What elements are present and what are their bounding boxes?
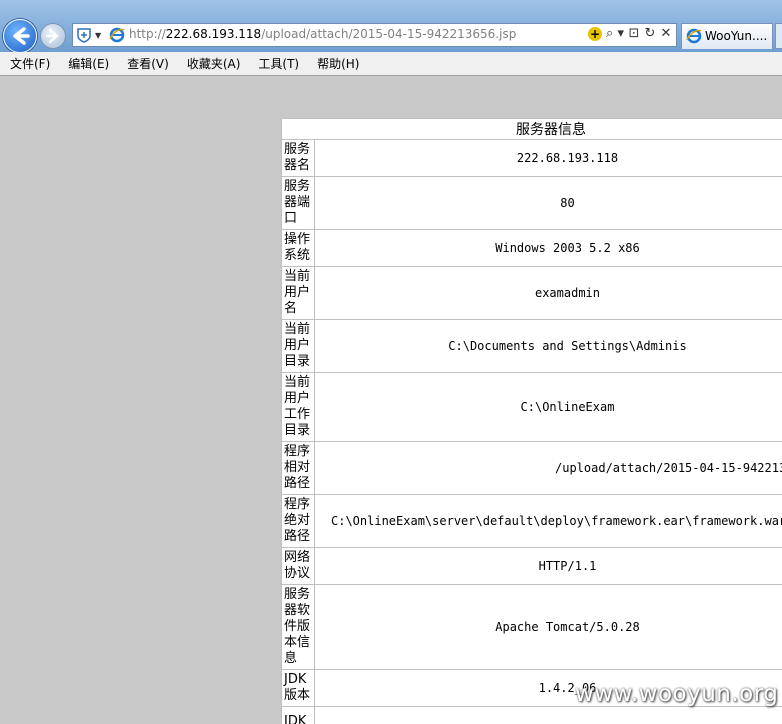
- browser-toolbar: ▼ http://222.68.193.118/upload/attach/20…: [0, 0, 782, 53]
- row-value: [314, 706, 782, 724]
- row-key: JDK版本: [281, 669, 315, 707]
- row-value: examadmin: [314, 266, 782, 320]
- row-key: 当前用户工作目录: [281, 372, 315, 442]
- row-key: 服务器名: [281, 139, 315, 177]
- row-value: C:\Documents and Settings\Adminis: [314, 319, 782, 373]
- url-host: 222.68.193.118: [165, 27, 262, 41]
- row-key: 服务器软件版本信息: [281, 584, 315, 670]
- compat-view-icon[interactable]: ⊡: [628, 26, 640, 41]
- table-caption: 服务器信息: [281, 118, 782, 140]
- menu-view[interactable]: 查看(V): [117, 55, 177, 72]
- row-value: HTTP/1.1: [314, 547, 782, 585]
- page-content: 服务器信息 服务器名 222.68.193.118 服务器端口 80 操作系统 Win…: [281, 118, 782, 724]
- row-value: 80: [314, 176, 782, 230]
- row-key: 程序绝对路径: [281, 494, 315, 548]
- menu-tools[interactable]: 工具(T): [248, 55, 307, 72]
- table-row: 操作系统 Windows 2003 5.2 x86: [281, 229, 782, 267]
- row-key: 当前用户目录: [281, 319, 315, 373]
- table-row: 当前用户工作目录 C:\OnlineExam: [281, 372, 782, 442]
- menu-edit[interactable]: 编辑(E): [58, 55, 117, 72]
- table-caption-row: 服务器信息: [281, 118, 782, 140]
- address-tools: + ⌕ ▾ ⊡ ↻ ✕: [588, 26, 672, 41]
- tab-title: WooYun....: [705, 29, 768, 43]
- chevron-down-icon[interactable]: ▼: [95, 31, 101, 40]
- add-on-icon[interactable]: +: [588, 26, 603, 41]
- url-prefix: http://: [129, 27, 166, 41]
- row-key: 程序相对路径: [281, 441, 315, 495]
- menu-bar: 文件(F) 编辑(E) 查看(V) 收藏夹(A) 工具(T) 帮助(H): [0, 52, 782, 76]
- row-key: 服务器端口: [281, 176, 315, 230]
- table-row: 服务器软件版本信息 Apache Tomcat/5.0.28: [281, 584, 782, 670]
- row-value: C:\OnlineExam: [314, 372, 782, 442]
- new-tab-button[interactable]: [775, 23, 782, 49]
- url-path: /upload/attach/2015-04-15-942213656.jsp: [261, 27, 517, 41]
- forward-arrow-icon: [45, 28, 59, 44]
- back-button[interactable]: [3, 19, 37, 53]
- row-key: 操作系统: [281, 229, 315, 267]
- row-key: 网络协议: [281, 547, 315, 585]
- menu-file[interactable]: 文件(F): [0, 55, 58, 72]
- row-key: 当前用户名: [281, 266, 315, 320]
- address-bar[interactable]: ▼ http://222.68.193.118/upload/attach/20…: [72, 23, 677, 47]
- table-row: 程序相对路径/upload/attach/2015-04-15-9422136: [281, 441, 782, 495]
- table-row: 服务器端口 80: [281, 176, 782, 230]
- refresh-icon[interactable]: ↻: [644, 26, 656, 41]
- table-row: 程序绝对路径 C:\OnlineExam\server\default\deplo…: [281, 494, 782, 548]
- row-value: 222.68.193.118: [314, 139, 782, 177]
- table-row: 当前用户目录 C:\Documents and Settings\Adminis: [281, 319, 782, 373]
- search-icon[interactable]: ⌕ ▾: [606, 26, 624, 41]
- watermark: www.wooyun.org: [575, 681, 779, 707]
- ie-icon: [109, 27, 125, 43]
- table-row: 服务器名 222.68.193.118: [281, 139, 782, 177]
- stop-icon[interactable]: ✕: [660, 26, 672, 41]
- menu-help[interactable]: 帮助(H): [307, 55, 367, 72]
- server-info-table: 服务器信息 服务器名 222.68.193.118 服务器端口 80 操作系统 Win…: [281, 118, 782, 724]
- ie-icon: [686, 28, 702, 44]
- forward-button[interactable]: [40, 23, 66, 49]
- menu-favorites[interactable]: 收藏夹(A): [177, 55, 249, 72]
- row-value: Apache Tomcat/5.0.28: [314, 584, 782, 670]
- browser-tab[interactable]: WooYun....: [681, 23, 773, 49]
- table-row: 当前用户名 examadmin: [281, 266, 782, 320]
- row-value: Windows 2003 5.2 x86: [314, 229, 782, 267]
- row-key: JDK: [281, 706, 315, 724]
- table-row: JDK: [281, 706, 782, 724]
- row-value: C:\OnlineExam\server\default\deploy\fram…: [314, 494, 782, 548]
- table-row: 网络协议 HTTP/1.1: [281, 547, 782, 585]
- back-arrow-icon: [13, 27, 30, 45]
- url-text[interactable]: http://222.68.193.118/upload/attach/2015…: [129, 27, 516, 41]
- row-value: /upload/attach/2015-04-15-9422136: [314, 441, 782, 495]
- shield-icon[interactable]: [77, 27, 91, 43]
